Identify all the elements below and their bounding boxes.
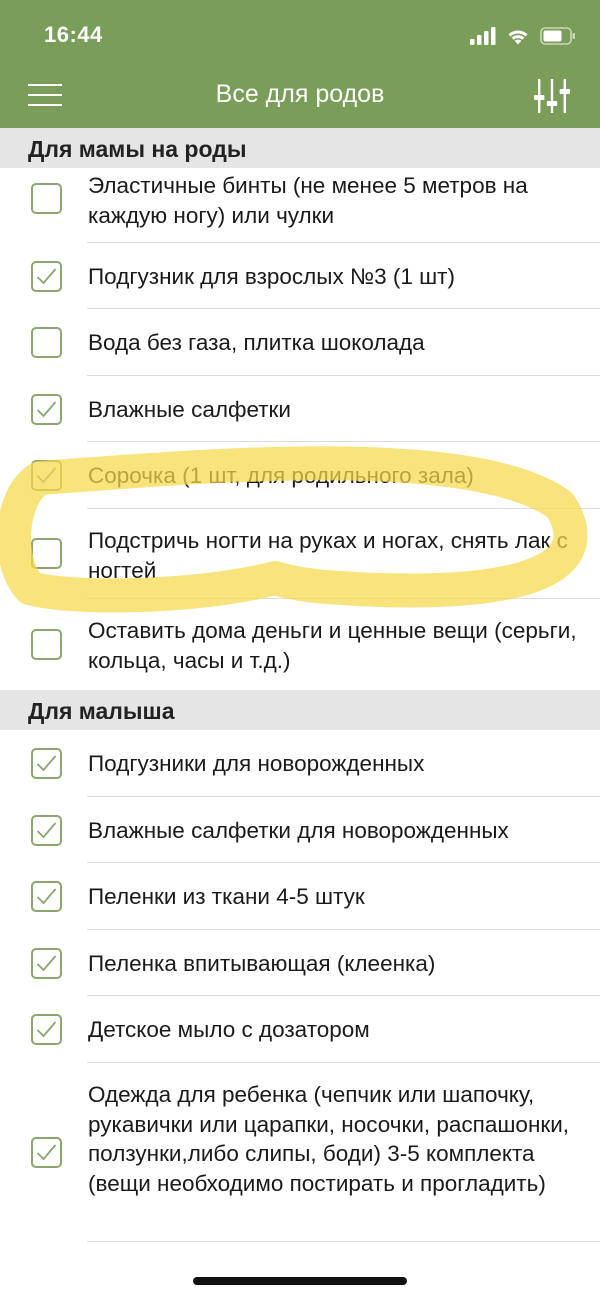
- checkmark-icon: [36, 1021, 57, 1038]
- list-item[interactable]: Пеленка впитывающая (клеенка): [0, 930, 600, 996]
- checkbox-checked[interactable]: [31, 748, 62, 779]
- checkbox-checked[interactable]: [31, 1014, 62, 1045]
- list-item[interactable]: Подстричь ногти на руках и ногах, снять …: [0, 509, 600, 599]
- checkmark-icon: [36, 955, 57, 972]
- page-title: Все для родов: [215, 80, 385, 108]
- battery-icon: [540, 27, 575, 45]
- divider: [87, 1241, 600, 1242]
- app-header: 16:44 Все для родов: [0, 0, 600, 128]
- home-indicator: [193, 1277, 407, 1285]
- item-label: Подстричь ногти на руках и ногах, снять …: [88, 528, 568, 583]
- checkbox-checked[interactable]: [31, 394, 62, 425]
- section-header-baby: Для малыша: [0, 690, 600, 730]
- item-label: Сорочка (1 шт, для родильного зала): [88, 463, 474, 488]
- status-time: 16:44: [44, 22, 103, 47]
- checkbox-checked[interactable]: [31, 460, 62, 491]
- item-label: Пеленка впитывающая (клеенка): [88, 951, 436, 976]
- checkmark-icon: [36, 401, 57, 418]
- item-label: Влажные салфетки для новорожденных: [88, 818, 509, 843]
- sliders-icon: [534, 79, 570, 113]
- item-label: Подгузник для взрослых №3 (1 шт): [88, 264, 455, 289]
- list-item[interactable]: Влажные салфетки: [0, 376, 600, 442]
- checkbox-unchecked[interactable]: [31, 629, 62, 660]
- checkmark-icon: [36, 822, 57, 839]
- section-title: Для мамы на роды: [28, 136, 247, 162]
- item-label: Подгузники для новорожденных: [88, 751, 425, 776]
- list-item[interactable]: Детское мыло с дозатором: [0, 996, 600, 1063]
- list-item[interactable]: Влажные салфетки для новорожденных: [0, 797, 600, 863]
- wifi-icon: [508, 30, 528, 45]
- item-label: Оставить дома деньги и ценные вещи (серь…: [88, 618, 577, 673]
- item-label: Одежда для ребенка (чепчик или шапочку, …: [88, 1082, 570, 1196]
- checkmark-icon: [36, 268, 57, 285]
- checkbox-unchecked[interactable]: [31, 183, 62, 214]
- item-label: Эластичные бинты (не менее 5 метров на к…: [88, 173, 528, 228]
- list-item[interactable]: Подгузник для взрослых №3 (1 шт): [0, 243, 600, 309]
- checkbox-checked[interactable]: [31, 881, 62, 912]
- item-label: Пеленки из ткани 4-5 штук: [88, 884, 365, 909]
- list-item[interactable]: Подгузники для новорожденных: [0, 730, 600, 797]
- checkbox-unchecked[interactable]: [31, 538, 62, 569]
- checkmark-icon: [36, 888, 57, 905]
- item-label: Вода без газа, плитка шоколада: [88, 330, 425, 355]
- checkbox-checked[interactable]: [31, 948, 62, 979]
- item-label: Влажные салфетки: [88, 397, 291, 422]
- list-item[interactable]: Оставить дома деньги и ценные вещи (серь…: [0, 599, 600, 690]
- checkbox-checked[interactable]: [31, 261, 62, 292]
- checkmark-icon: [36, 467, 57, 484]
- checkbox-unchecked[interactable]: [31, 327, 62, 358]
- list-item[interactable]: Вода без газа, плитка шоколада: [0, 309, 600, 376]
- item-label: Детское мыло с дозатором: [88, 1017, 370, 1042]
- checkmark-icon: [36, 755, 57, 772]
- list-item[interactable]: Пеленки из ткани 4-5 штук: [0, 863, 600, 930]
- list-item[interactable]: Сорочка (1 шт, для родильного зала): [0, 442, 600, 509]
- filter-button[interactable]: [532, 76, 572, 116]
- section-header-mom: Для мамы на роды: [0, 128, 600, 168]
- cellular-signal-icon: [470, 27, 496, 45]
- list-item[interactable]: Эластичные бинты (не менее 5 метров на к…: [0, 168, 600, 243]
- checkbox-checked[interactable]: [31, 1137, 62, 1168]
- list-item[interactable]: Одежда для ребенка (чепчик или шапочку, …: [0, 1063, 600, 1242]
- status-icons: [470, 24, 576, 48]
- section-title: Для малыша: [28, 698, 175, 724]
- checkbox-checked[interactable]: [31, 815, 62, 846]
- checkmark-icon: [36, 1144, 57, 1161]
